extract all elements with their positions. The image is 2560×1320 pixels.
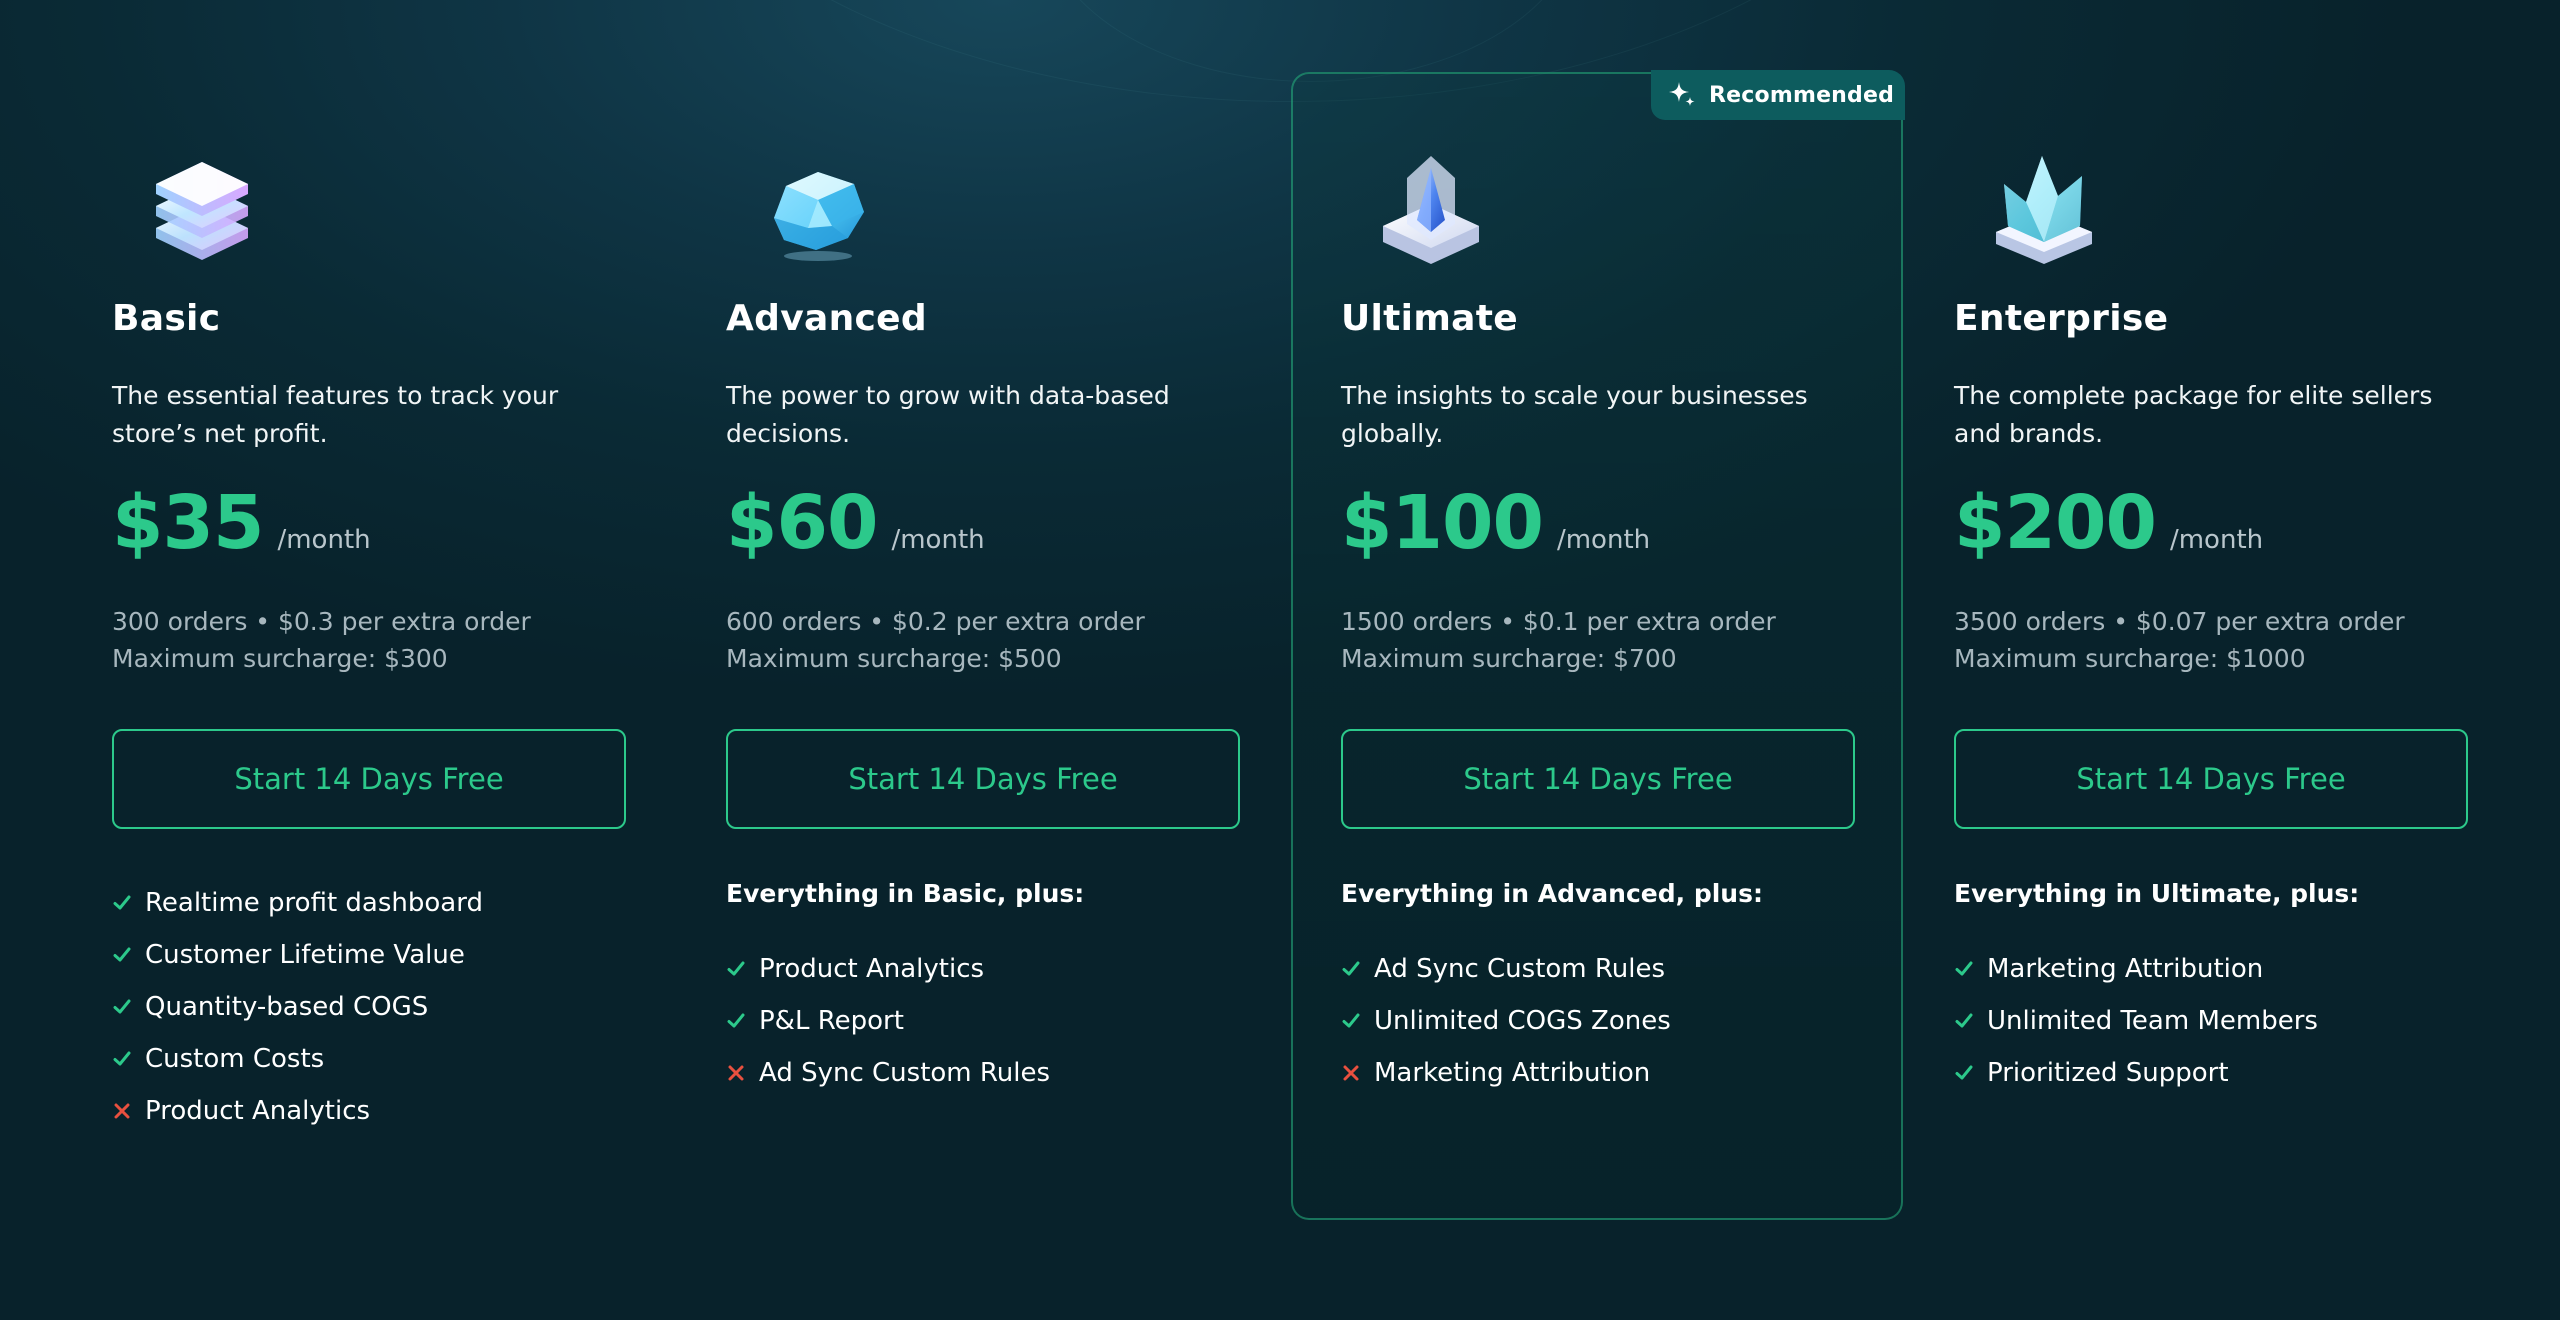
feature-item: Customer Lifetime Value	[112, 929, 483, 981]
feature-list: Marketing Attribution Unlimited Team Mem…	[1954, 943, 2318, 1099]
plan-card-ultimate: Recommended Ultimate The insights to sca…	[1291, 0, 1905, 1220]
price-row: $100 /month	[1341, 480, 1650, 566]
check-icon	[727, 1013, 745, 1028]
feature-label: Ad Sync Custom Rules	[759, 1058, 1051, 1088]
price-period: /month	[277, 525, 371, 555]
feature-label: Marketing Attribution	[1987, 954, 2264, 984]
recommended-badge-label: Recommended	[1709, 82, 1895, 108]
crystal-crown-icon	[1996, 156, 2092, 264]
feature-list: Realtime profit dashboard Customer Lifet…	[112, 877, 483, 1137]
feature-label: Product Analytics	[145, 1096, 371, 1126]
stacked-layers-icon	[156, 162, 248, 260]
plan-description: The power to grow with data-based decisi…	[726, 381, 1170, 448]
plan-price: $35	[112, 480, 264, 566]
start-trial-button[interactable]: Start 14 Days Free	[726, 729, 1240, 829]
orders-line: 300 orders • $0.3 per extra order	[112, 607, 531, 636]
surcharge-line: Maximum surcharge: $1000	[1954, 644, 2306, 673]
feature-label: Ad Sync Custom Rules	[1374, 954, 1666, 984]
start-trial-button[interactable]: Start 14 Days Free	[1341, 729, 1855, 829]
feature-label: Custom Costs	[145, 1044, 325, 1074]
plan-name: Advanced	[726, 298, 927, 339]
order-limits: 300 orders • $0.3 per extra order Maximu…	[112, 603, 531, 677]
features-heading: Everything in Advanced, plus:	[1341, 879, 1763, 908]
feature-label: Unlimited Team Members	[1987, 1006, 2318, 1036]
orders-line: 3500 orders • $0.07 per extra order	[1954, 607, 2405, 636]
pricing-plans: Basic The essential features to track yo…	[0, 0, 2560, 1320]
check-icon	[113, 895, 131, 910]
features-heading: Everything in Basic, plus:	[726, 879, 1085, 908]
price-period: /month	[1556, 525, 1651, 555]
feature-item: Quantity-based COGS	[112, 981, 483, 1033]
plan-price: $100	[1341, 480, 1544, 566]
feature-item: Marketing Attribution	[1954, 943, 2318, 995]
feature-item: Product Analytics	[112, 1085, 483, 1137]
check-icon	[113, 947, 131, 962]
check-icon	[113, 999, 131, 1014]
plan-name: Enterprise	[1954, 298, 2169, 339]
price-row: $60 /month	[726, 480, 985, 566]
check-icon	[1955, 1013, 1973, 1028]
cross-icon	[728, 1065, 744, 1081]
feature-label: Realtime profit dashboard	[145, 888, 483, 918]
price-row: $200 /month	[1954, 480, 2263, 566]
order-limits: 1500 orders • $0.1 per extra order Maxim…	[1341, 603, 1776, 677]
feature-label: P&L Report	[759, 1006, 904, 1036]
plan-price: $60	[726, 480, 878, 566]
plan-description: The essential features to track your sto…	[112, 381, 559, 448]
surcharge-line: Maximum surcharge: $500	[726, 644, 1062, 673]
plan-name: Ultimate	[1341, 298, 1518, 339]
feature-item: Product Analytics	[726, 943, 1050, 995]
plan-name: Basic	[112, 298, 221, 339]
check-icon	[113, 1051, 131, 1066]
plan-card-basic: Basic The essential features to track yo…	[112, 0, 626, 1220]
feature-label: Marketing Attribution	[1374, 1058, 1651, 1088]
check-icon	[1955, 961, 1973, 976]
sparkle-icon	[1669, 82, 1695, 106]
feature-list: Ad Sync Custom Rules Unlimited COGS Zone…	[1341, 943, 1671, 1099]
cross-icon	[114, 1103, 130, 1119]
feature-item: Marketing Attribution	[1341, 1047, 1671, 1099]
feature-item: Ad Sync Custom Rules	[1341, 943, 1671, 995]
surcharge-line: Maximum surcharge: $300	[112, 644, 448, 673]
plan-description: The insights to scale your businesses gl…	[1341, 381, 1808, 448]
feature-item: Unlimited COGS Zones	[1341, 995, 1671, 1047]
feature-label: Customer Lifetime Value	[145, 940, 465, 970]
recommended-badge: Recommended	[1651, 70, 1905, 120]
crystal-pedestal-icon	[1383, 156, 1479, 264]
plan-card-advanced: Advanced The power to grow with data-bas…	[726, 0, 1240, 1220]
price-period: /month	[891, 525, 985, 555]
feature-label: Product Analytics	[759, 954, 985, 984]
feature-label: Quantity-based COGS	[145, 992, 429, 1022]
price-period: /month	[2169, 525, 2264, 555]
gem-icon	[774, 172, 864, 261]
feature-item: Custom Costs	[112, 1033, 483, 1085]
start-trial-button[interactable]: Start 14 Days Free	[1954, 729, 2468, 829]
surcharge-line: Maximum surcharge: $700	[1341, 644, 1677, 673]
orders-line: 1500 orders • $0.1 per extra order	[1341, 607, 1776, 636]
cross-icon	[1343, 1065, 1359, 1081]
order-limits: 600 orders • $0.2 per extra order Maximu…	[726, 603, 1145, 677]
feature-label: Unlimited COGS Zones	[1374, 1006, 1671, 1036]
start-trial-button[interactable]: Start 14 Days Free	[112, 729, 626, 829]
feature-item: Unlimited Team Members	[1954, 995, 2318, 1047]
check-icon	[1342, 1013, 1360, 1028]
feature-item: Prioritized Support	[1954, 1047, 2318, 1099]
feature-item: P&L Report	[726, 995, 1050, 1047]
order-limits: 3500 orders • $0.07 per extra order Maxi…	[1954, 603, 2405, 677]
features-heading: Everything in Ultimate, plus:	[1954, 879, 2360, 908]
orders-line: 600 orders • $0.2 per extra order	[726, 607, 1145, 636]
feature-item: Realtime profit dashboard	[112, 877, 483, 929]
feature-label: Prioritized Support	[1987, 1058, 2229, 1088]
plan-card-enterprise: Enterprise The complete package for elit…	[1954, 0, 2468, 1220]
plan-price: $200	[1954, 480, 2157, 566]
feature-list: Product Analytics P&L Report Ad Sync Cus…	[726, 943, 1050, 1099]
price-row: $35 /month	[112, 480, 371, 566]
feature-item: Ad Sync Custom Rules	[726, 1047, 1050, 1099]
check-icon	[1955, 1065, 1973, 1080]
check-icon	[727, 961, 745, 976]
check-icon	[1342, 961, 1360, 976]
plan-description: The complete package for elite sellers a…	[1954, 381, 2433, 448]
